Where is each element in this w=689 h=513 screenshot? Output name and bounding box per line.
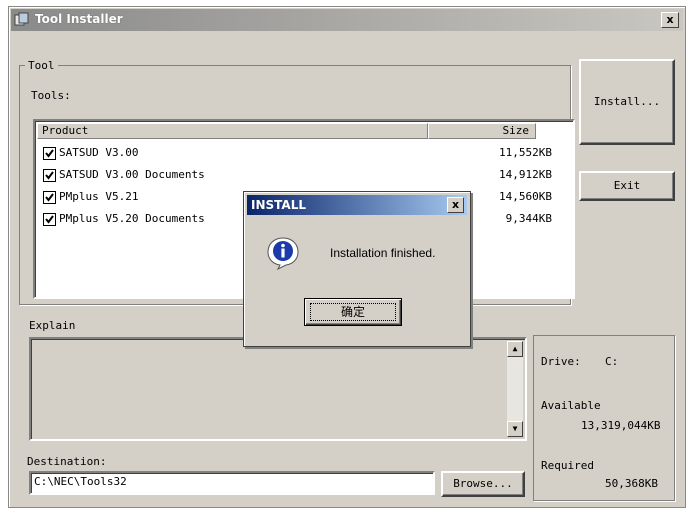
- listview-header: Product Size: [37, 123, 571, 139]
- explain-textarea[interactable]: ▲ ▼: [29, 337, 527, 441]
- window-title: Tool Installer: [35, 12, 123, 26]
- install-dialog: INSTALL x Installation finished. 确定: [243, 191, 471, 347]
- list-item[interactable]: SATSUD V3.00 11,552KB: [39, 145, 569, 165]
- checkmark-icon: [45, 215, 54, 224]
- scroll-up-arrow-icon[interactable]: ▲: [507, 341, 523, 357]
- dialog-title: INSTALL: [251, 198, 306, 212]
- window-close-button[interactable]: x: [661, 12, 679, 28]
- product-name: SATSUD V3.00 Documents: [59, 168, 205, 181]
- dialog-message: Installation finished.: [330, 246, 436, 260]
- product-name: SATSUD V3.00: [59, 146, 139, 159]
- available-label: Available: [541, 399, 601, 412]
- dialog-close-button[interactable]: x: [447, 197, 464, 213]
- destination-value: C:\NEC\Tools32: [34, 475, 127, 488]
- browse-button[interactable]: Browse...: [441, 471, 525, 497]
- installer-window: Tool Installer x Tool Tools: Product Siz…: [8, 6, 686, 508]
- drive-label: Drive:: [541, 355, 581, 368]
- tool-group-title: Tool: [25, 59, 58, 72]
- focus-rectangle: [310, 303, 396, 321]
- checkmark-icon: [45, 149, 54, 158]
- destination-label: Destination:: [27, 455, 107, 468]
- drive-value: C:: [605, 355, 619, 368]
- information-icon: [267, 237, 299, 270]
- explain-label: Explain: [29, 319, 76, 332]
- scroll-down-arrow-icon[interactable]: ▼: [507, 421, 523, 437]
- checkbox[interactable]: [43, 191, 56, 204]
- product-size: 11,552KB: [499, 146, 552, 159]
- product-name: PMplus V5.20 Documents: [59, 212, 205, 225]
- ok-button[interactable]: 确定: [304, 298, 402, 326]
- available-value: 13,319,044KB: [581, 419, 661, 432]
- product-size: 14,912KB: [499, 168, 552, 181]
- window-titlebar[interactable]: Tool Installer x: [11, 9, 683, 31]
- column-header-size[interactable]: Size: [428, 123, 536, 139]
- explain-scrollbar[interactable]: ▲ ▼: [507, 341, 523, 437]
- checkbox[interactable]: [43, 169, 56, 182]
- required-label: Required: [541, 459, 594, 472]
- column-header-product[interactable]: Product: [37, 123, 428, 139]
- checkbox[interactable]: [43, 147, 56, 160]
- product-name: PMplus V5.21: [59, 190, 139, 203]
- install-button[interactable]: Install...: [579, 59, 675, 145]
- installer-app-icon: [14, 12, 29, 26]
- list-item[interactable]: SATSUD V3.00 Documents 14,912KB: [39, 167, 569, 187]
- exit-button[interactable]: Exit: [579, 171, 675, 201]
- checkmark-icon: [45, 171, 54, 180]
- dialog-titlebar[interactable]: INSTALL x: [247, 195, 467, 215]
- checkmark-icon: [45, 193, 54, 202]
- destination-input[interactable]: C:\NEC\Tools32: [29, 471, 435, 495]
- checkbox[interactable]: [43, 213, 56, 226]
- required-value: 50,368KB: [605, 477, 658, 490]
- tools-label: Tools:: [31, 89, 71, 102]
